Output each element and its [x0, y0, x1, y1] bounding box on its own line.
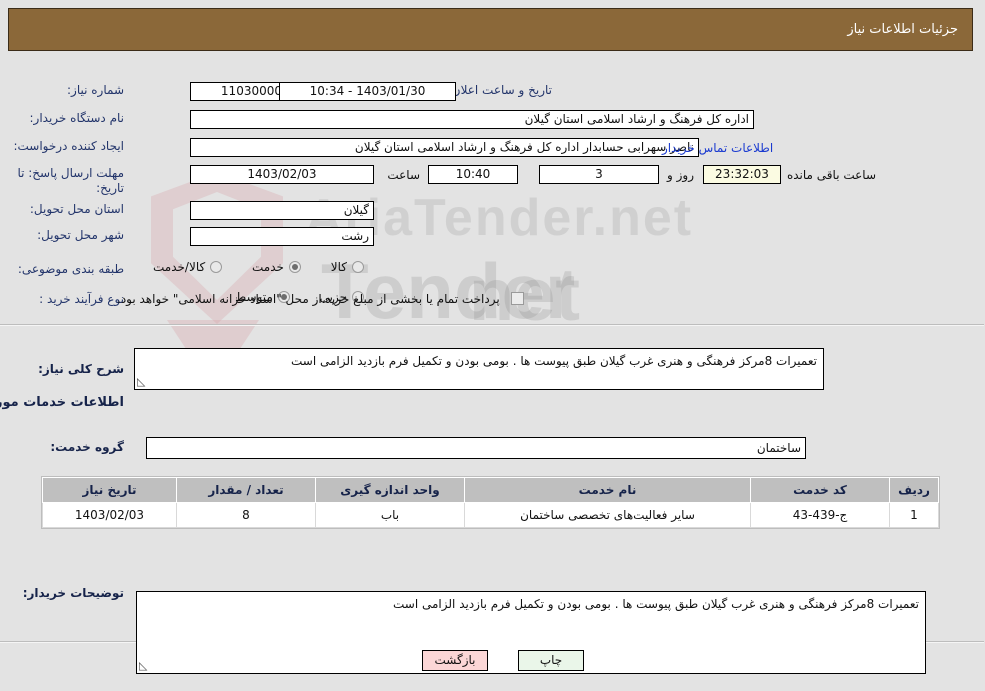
print-button-label[interactable]: چاپ	[519, 650, 585, 671]
deadline-label-wrap: مهلت ارسال پاسخ: تا تاریخ:	[7, 166, 125, 196]
service-group-label: گروه خدمت:	[51, 440, 125, 454]
delivery-city-field[interactable]: رشت	[191, 227, 375, 246]
col-header-unit: واحد اندازه گیری	[316, 477, 466, 503]
buyer-notes-label: توضیحات خریدار:	[23, 586, 125, 600]
table-row[interactable]: 1 ج-439-43 سایر فعالیت‌های تخصصی ساختمان…	[43, 502, 940, 528]
deadline-date-field[interactable]: 1403/02/03	[191, 165, 375, 184]
cell-service-name: سایر فعالیت‌های تخصصی ساختمان	[465, 502, 752, 528]
deadline-days-label: روز و	[668, 168, 695, 182]
radio-subject-kala[interactable]: کالا	[332, 260, 365, 274]
radio-icon-khedmat[interactable]	[289, 261, 302, 273]
treasury-bond-checkbox-row[interactable]: پرداخت تمام یا بخشی از مبلغ خرید،از محل …	[118, 292, 525, 306]
radio-label-kala: کالا	[331, 260, 348, 274]
request-creator-label-wrap: ایجاد کننده درخواست:	[14, 139, 125, 154]
general-description-label-wrap: شرح کلی نیاز:	[39, 362, 125, 377]
deadline-hour-label: ساعت	[388, 168, 421, 182]
cell-need-date: 1403/02/03	[43, 502, 178, 528]
deadline-countdown-field: 23:32:03	[704, 165, 782, 184]
col-header-row-no: ردیف	[890, 477, 940, 503]
page-title: جزئیات اطلاعات نیاز	[848, 22, 959, 37]
radio-icon-kala[interactable]	[353, 261, 365, 273]
delivery-province-label: استان محل تحویل:	[30, 202, 125, 216]
cell-quantity: 8	[177, 502, 317, 528]
page-title-bar: جزئیات اطلاعات نیاز	[9, 8, 974, 51]
general-description-value: تعمیرات 8مرکز فرهنگی و هنری غرب گیلان طب…	[292, 354, 818, 368]
buyer-contact-link[interactable]: اطلاعات تماس خریدار	[663, 141, 774, 155]
watermark-layer: Tender net AriaTender.net	[0, 0, 985, 691]
radio-icon-kala-khedmat[interactable]	[211, 261, 224, 273]
col-header-service-code: کد خدمت	[751, 477, 891, 503]
services-section-title: اطلاعات خدمات مورد نیاز	[0, 395, 125, 410]
delivery-city-label-wrap: شهر محل تحویل:	[38, 228, 125, 243]
subject-category-label-wrap: طبقه بندی موضوعی:	[19, 262, 125, 277]
radio-label-khedmat: خدمت	[253, 260, 285, 274]
buyer-notes-value: تعمیرات 8مرکز فرهنگی و هنری غرب گیلان طب…	[394, 597, 920, 611]
deadline-time-field[interactable]: 10:40	[429, 165, 519, 184]
delivery-province-label-wrap: استان محل تحویل:	[31, 202, 125, 217]
buyer-org-field[interactable]: اداره کل فرهنگ و ارشاد اسلامی استان گیلا…	[191, 110, 755, 129]
buyer-org-label-wrap: نام دستگاه خریدار:	[31, 111, 126, 126]
col-header-service-name: نام خدمت	[465, 477, 752, 503]
cell-unit: باب	[316, 502, 466, 528]
purchase-process-label-wrap: نوع فرآیند خرید :	[40, 292, 125, 307]
services-table-wrap: ردیف کد خدمت نام خدمت واحد اندازه گیری ت…	[42, 476, 941, 529]
resize-grip-icon-notes[interactable]: ◺	[140, 660, 152, 672]
delivery-province-field[interactable]: گیلان	[191, 201, 375, 220]
request-creator-field[interactable]: ناصر سهرابی حسابدار اداره کل فرهنگ و ارش…	[191, 138, 700, 157]
radio-subject-khedmat[interactable]: خدمت	[253, 260, 302, 274]
services-table-header-row: ردیف کد خدمت نام خدمت واحد اندازه گیری ت…	[43, 477, 940, 503]
request-creator-label: ایجاد کننده درخواست:	[14, 139, 125, 153]
back-button-label[interactable]: بازگشت	[423, 650, 489, 671]
treasury-bond-checkbox[interactable]	[511, 292, 525, 305]
deadline-days-field[interactable]: 3	[540, 165, 660, 184]
back-button[interactable]: بازگشت	[423, 650, 489, 671]
deadline-label: مهلت ارسال پاسخ: تا تاریخ:	[18, 166, 125, 195]
service-group-label-wrap: گروه خدمت:	[51, 440, 125, 455]
radio-subject-kala-khedmat[interactable]: کالا/خدمت	[154, 260, 224, 274]
cell-row-no: 1	[890, 502, 940, 528]
resize-grip-icon[interactable]: ◺	[138, 376, 150, 388]
subject-category-label: طبقه بندی موضوعی:	[18, 262, 125, 276]
buyer-notes-label-wrap: توضیحات خریدار:	[24, 586, 125, 601]
general-description-textarea[interactable]: تعمیرات 8مرکز فرهنگی و هنری غرب گیلان طب…	[135, 348, 825, 390]
services-table: ردیف کد خدمت نام خدمت واحد اندازه گیری ت…	[43, 477, 940, 528]
delivery-city-label: شهر محل تحویل:	[38, 228, 125, 242]
purchase-process-label: نوع فرآیند خرید :	[40, 292, 125, 306]
deadline-remaining-label: ساعت باقی مانده	[787, 168, 877, 182]
col-header-quantity: تعداد / مقدار	[177, 477, 317, 503]
radio-label-kala-khedmat: کالا/خدمت	[154, 260, 207, 274]
need-number-label-wrap: شماره نیاز:	[68, 83, 125, 98]
announce-datetime-field[interactable]: 1403/01/30 - 10:34	[280, 82, 457, 101]
col-header-need-date: تاریخ نیاز	[43, 477, 178, 503]
service-group-field[interactable]: ساختمان	[147, 437, 807, 459]
buyer-org-label: نام دستگاه خریدار:	[30, 111, 126, 125]
general-description-label: شرح کلی نیاز:	[39, 362, 125, 376]
treasury-bond-text: پرداخت تمام یا بخشی از مبلغ خرید،از محل …	[118, 292, 501, 306]
print-button[interactable]: چاپ	[519, 650, 585, 671]
need-number-label: شماره نیاز:	[68, 83, 125, 97]
cell-service-code: ج-439-43	[751, 502, 891, 528]
section-divider-top	[0, 324, 985, 326]
subject-category-radio-group: کالا خدمت کالا/خدمت	[128, 260, 365, 276]
